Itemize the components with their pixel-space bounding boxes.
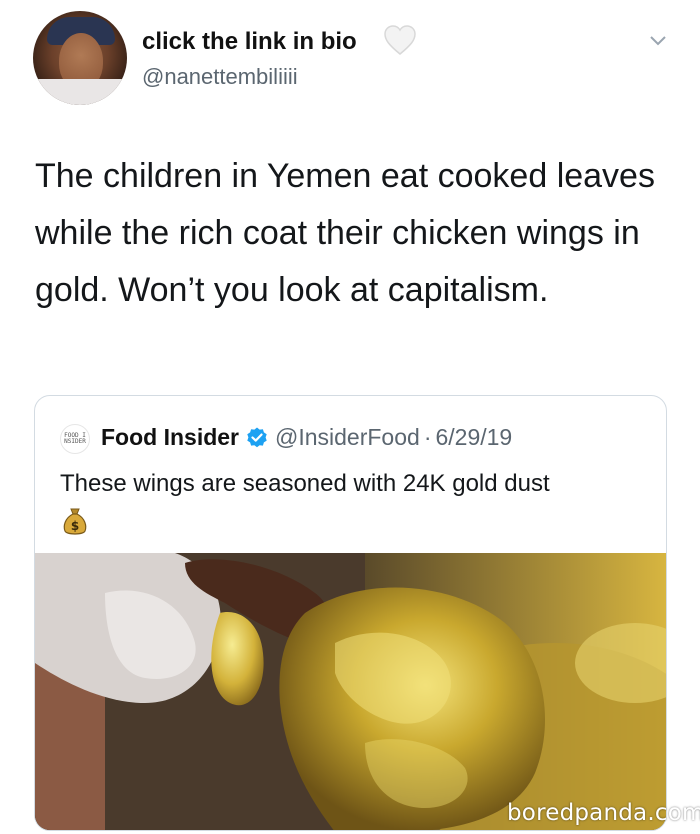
quote-display-name[interactable]: Food Insider <box>101 424 239 451</box>
quote-handle[interactable]: @InsiderFood <box>275 424 420 451</box>
gold-wing-illustration <box>35 553 666 830</box>
author-avatar[interactable] <box>33 11 127 105</box>
avatar-shoulder <box>33 79 127 105</box>
tweet-text: The children in Yemen eat cooked leaves … <box>35 157 655 309</box>
quote-text: These wings are seasoned with 24K gold d… <box>60 470 550 497</box>
quote-date[interactable]: 6/29/19 <box>435 424 512 451</box>
quote-header: Food Insider @InsiderFood · 6/29/19 <box>101 424 512 451</box>
quote-avatar-logo: FOOD INSIDER <box>64 432 86 445</box>
money-bag-icon: $ <box>63 508 87 535</box>
verified-badge-icon <box>247 427 267 447</box>
chevron-down-icon[interactable] <box>648 34 668 48</box>
quote-separator: · <box>423 424 432 450</box>
svg-text:$: $ <box>71 519 79 533</box>
watermark: boredpanda.com <box>507 800 700 826</box>
quote-avatar[interactable]: FOOD INSIDER <box>60 424 90 454</box>
tweet-card: click the link in bio @nanettembiliiii T… <box>0 0 700 834</box>
gold-wing-photo[interactable] <box>35 553 666 830</box>
quoted-tweet[interactable]: FOOD INSIDER Food Insider @InsiderFood ·… <box>34 395 667 831</box>
author-handle[interactable]: @nanettembiliiii <box>142 64 298 90</box>
white-heart-icon <box>384 25 416 55</box>
author-display-name[interactable]: click the link in bio <box>142 28 357 56</box>
